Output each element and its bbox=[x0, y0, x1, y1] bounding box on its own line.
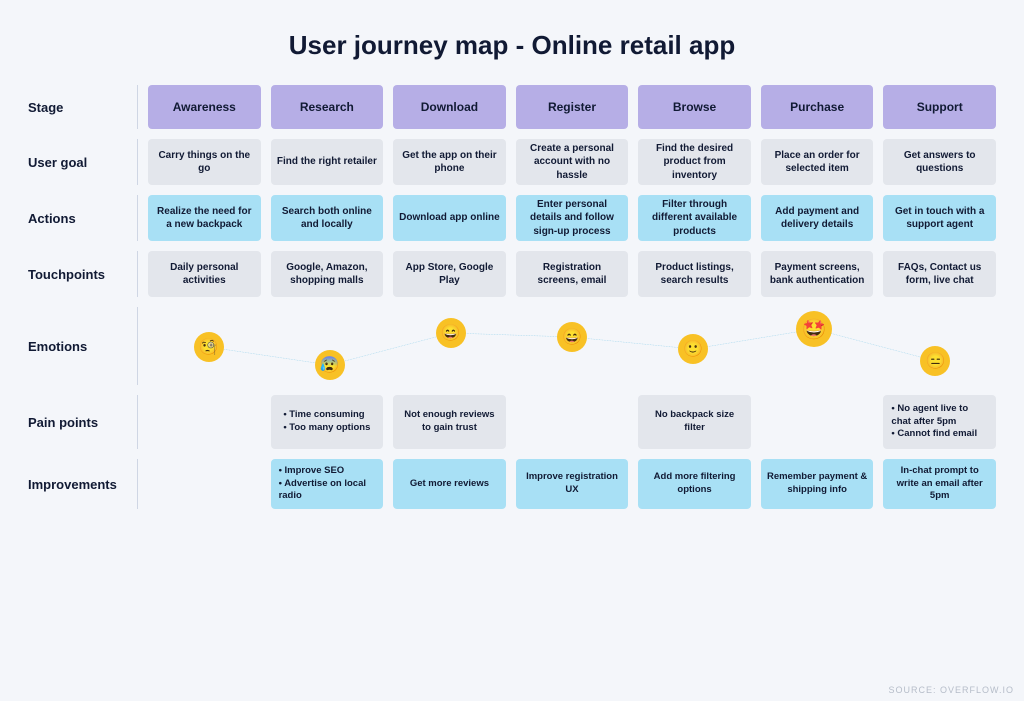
goal-6: Get answers to questions bbox=[883, 139, 996, 185]
touchpoint-6: FAQs, Contact us form, live chat bbox=[883, 251, 996, 297]
stage-3: Register bbox=[516, 85, 629, 129]
action-4: Filter through different available produ… bbox=[638, 195, 751, 241]
row-label-pain: Pain points bbox=[28, 395, 138, 449]
pain-3 bbox=[516, 395, 629, 449]
source-attribution: SOURCE: OVERFLOW.IO bbox=[888, 685, 1014, 695]
row-label-stage: Stage bbox=[28, 85, 138, 129]
improvement-0 bbox=[148, 459, 261, 509]
unamused-face-icon: 😑 bbox=[920, 346, 950, 376]
improvement-5: Remember payment & shipping info bbox=[761, 459, 874, 509]
goal-3: Create a personal account with no hassle bbox=[516, 139, 629, 185]
action-6: Get in touch with a support agent bbox=[883, 195, 996, 241]
goal-4: Find the desired product from inventory bbox=[638, 139, 751, 185]
touchpoint-4: Product listings, search results bbox=[638, 251, 751, 297]
stage-2: Download bbox=[393, 85, 506, 129]
touchpoint-3: Registration screens, email bbox=[516, 251, 629, 297]
star-struck-icon: 🤩 bbox=[796, 311, 832, 347]
pain-0 bbox=[148, 395, 261, 449]
row-label-touchpoints: Touchpoints bbox=[28, 251, 138, 297]
action-3: Enter personal details and follow sign-u… bbox=[516, 195, 629, 241]
goal-2: Get the app on their phone bbox=[393, 139, 506, 185]
emotions-chart: 🧐 😰 😄 😄 🙂 🤩 😑 bbox=[148, 307, 996, 385]
action-0: Realize the need for a new backpack bbox=[148, 195, 261, 241]
pain-1: Time consumingToo many options bbox=[271, 395, 384, 449]
grinning-smile-icon: 😄 bbox=[436, 318, 466, 348]
pain-2: Not enough reviews to gain trust bbox=[393, 395, 506, 449]
touchpoint-1: Google, Amazon, shopping malls bbox=[271, 251, 384, 297]
pain-4: No backpack size filter bbox=[638, 395, 751, 449]
monocle-face-icon: 🧐 bbox=[194, 332, 224, 362]
improvement-2: Get more reviews bbox=[393, 459, 506, 509]
touchpoint-5: Payment screens, bank authentication bbox=[761, 251, 874, 297]
row-label-improvements: Improvements bbox=[28, 459, 138, 509]
touchpoint-2: App Store, Google Play bbox=[393, 251, 506, 297]
stage-6: Support bbox=[883, 85, 996, 129]
goal-1: Find the right retailer bbox=[271, 139, 384, 185]
row-label-emotions: Emotions bbox=[28, 307, 138, 385]
pain-6: No agent live to chat after 5pmCannot fi… bbox=[883, 395, 996, 449]
goal-0: Carry things on the go bbox=[148, 139, 261, 185]
stage-1: Research bbox=[271, 85, 384, 129]
row-label-goal: User goal bbox=[28, 139, 138, 185]
stage-4: Browse bbox=[638, 85, 751, 129]
improvement-3: Improve registration UX bbox=[516, 459, 629, 509]
row-label-actions: Actions bbox=[28, 195, 138, 241]
action-5: Add payment and delivery details bbox=[761, 195, 874, 241]
stage-5: Purchase bbox=[761, 85, 874, 129]
pain-5 bbox=[761, 395, 874, 449]
stage-0: Awareness bbox=[148, 85, 261, 129]
title: User journey map - Online retail app bbox=[28, 30, 996, 61]
goal-5: Place an order for selected item bbox=[761, 139, 874, 185]
touchpoint-0: Daily personal activities bbox=[148, 251, 261, 297]
improvement-1: Improve SEOAdvertise on local radio bbox=[271, 459, 384, 509]
improvement-6: In-chat prompt to write an email after 5… bbox=[883, 459, 996, 509]
action-2: Download app online bbox=[393, 195, 506, 241]
improvement-4: Add more filtering options bbox=[638, 459, 751, 509]
action-1: Search both online and locally bbox=[271, 195, 384, 241]
smiling-face-icon: 🙂 bbox=[678, 334, 708, 364]
anxious-sweat-icon: 😰 bbox=[315, 350, 345, 380]
journey-map: User journey map - Online retail app Sta… bbox=[0, 0, 1024, 519]
grinning-smile-icon: 😄 bbox=[557, 322, 587, 352]
